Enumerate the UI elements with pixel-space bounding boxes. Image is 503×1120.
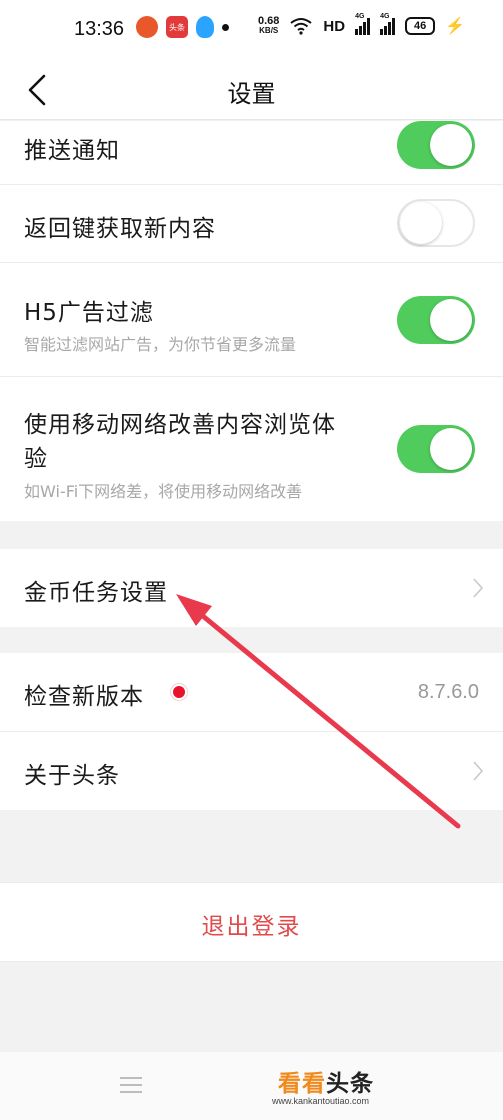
- battery-icon: 46: [405, 17, 436, 35]
- setting-title-back-key: 返回键获取新内容: [24, 216, 216, 242]
- setting-subtitle-mobile-network: 如Wi-Fi下网络差，将使用移动网络改善: [24, 482, 303, 501]
- menu-icon[interactable]: [120, 1076, 142, 1094]
- page-title: 设置: [227, 80, 276, 108]
- charging-icon: ⚡: [445, 18, 466, 35]
- signal-2-icon: 4G: [380, 13, 396, 35]
- wifi-icon: [290, 18, 313, 35]
- chevron-right-icon: [473, 578, 484, 598]
- toggle-knob: [430, 299, 472, 341]
- watermark-logo-part2: 头条: [326, 1071, 374, 1097]
- setting-title-coin-task: 金币任务设置: [24, 580, 168, 606]
- about-group: 检查新版本 8.7.6.0 关于头条: [0, 653, 503, 810]
- version-number: 8.7.6.0: [417, 681, 479, 703]
- coin-task-group: 金币任务设置: [0, 549, 503, 627]
- network-speed-value: 0.68: [258, 15, 280, 27]
- watermark-logo: 看看头条: [278, 1064, 374, 1098]
- toutiao-notification-icon: 头条: [166, 16, 188, 38]
- push-toggle[interactable]: [397, 121, 475, 169]
- setting-title-about: 关于头条: [24, 763, 120, 789]
- setting-row-push[interactable]: 推送通知: [0, 121, 503, 185]
- setting-row-coin-task[interactable]: 金币任务设置: [0, 549, 503, 627]
- toggle-settings-group: 推送通知 返回键获取新内容 H5广告过滤 智能过滤网站广告，为你节省更多流量 使…: [0, 121, 503, 521]
- more-notifications-dot-icon: [222, 23, 229, 31]
- signal-2-label: 4G: [380, 13, 390, 20]
- status-time: 13:36: [74, 18, 125, 40]
- update-badge-dot: [171, 684, 187, 700]
- setting-title-mobile-network-line1: 使用移动网络改善内容浏览体: [24, 412, 336, 438]
- setting-row-about[interactable]: 关于头条: [0, 732, 503, 810]
- app-notification-icon: [136, 16, 158, 38]
- mobile-network-toggle[interactable]: [397, 425, 475, 473]
- back-key-toggle[interactable]: [397, 199, 475, 247]
- setting-title-h5-filter: H5广告过滤: [24, 300, 154, 326]
- signal-1-label: 4G: [355, 13, 365, 20]
- logout-row[interactable]: 退出登录: [0, 882, 503, 962]
- setting-row-back-key[interactable]: 返回键获取新内容: [0, 185, 503, 263]
- logout-button[interactable]: 退出登录: [0, 907, 503, 941]
- toggle-knob: [400, 202, 442, 244]
- system-status-icons: 0.68 KB/S HD 4G 4G 46 ⚡: [258, 13, 466, 36]
- qq-notification-icon: [196, 16, 214, 38]
- setting-row-mobile-network[interactable]: 使用移动网络改善内容浏览体 验 如Wi-Fi下网络差，将使用移动网络改善: [0, 377, 503, 521]
- watermark-logo-part1: 看看: [278, 1071, 326, 1097]
- notification-icons: 头条: [136, 16, 229, 38]
- setting-title-check-version: 检查新版本: [24, 684, 144, 710]
- network-speed-unit: KB/S: [259, 26, 279, 35]
- bottom-bar: 看看头条 www.kankantoutiao.com: [0, 1052, 503, 1120]
- setting-row-check-version[interactable]: 检查新版本 8.7.6.0: [0, 653, 503, 732]
- setting-title-push: 推送通知: [24, 138, 120, 164]
- status-bar: 13:36 头条 0.68 KB/S HD 4G 4G 46 ⚡: [0, 0, 503, 62]
- watermark-url: www.kankantoutiao.com: [272, 1096, 370, 1106]
- toggle-knob: [430, 428, 472, 470]
- setting-subtitle-h5-filter: 智能过滤网站广告，为你节省更多流量: [24, 335, 297, 354]
- signal-1-icon: 4G: [355, 13, 371, 35]
- toggle-knob: [430, 124, 472, 166]
- chevron-right-icon: [473, 761, 484, 781]
- h5-filter-toggle[interactable]: [397, 296, 475, 344]
- nav-header: 设置: [0, 62, 503, 120]
- hd-voice-indicator: HD: [323, 17, 346, 35]
- setting-row-h5-filter[interactable]: H5广告过滤 智能过滤网站广告，为你节省更多流量: [0, 263, 503, 377]
- setting-title-mobile-network-line2: 验: [24, 446, 48, 472]
- network-speed: 0.68 KB/S: [258, 16, 279, 36]
